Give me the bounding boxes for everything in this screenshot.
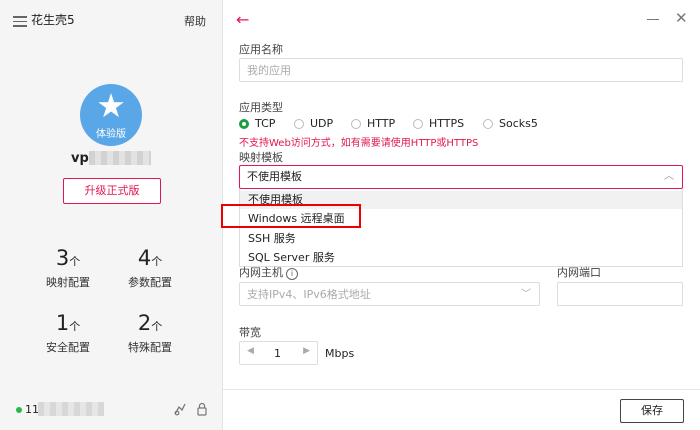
stat-value: 2 <box>137 311 152 335</box>
template-option[interactable]: SSH 服务 <box>248 230 296 246</box>
stat-label: 映射配置 <box>46 276 90 289</box>
stat-mapping[interactable]: 3个 映射配置 <box>28 246 108 290</box>
diagnose-icon[interactable] <box>173 402 187 416</box>
info-icon[interactable]: i <box>286 268 298 280</box>
radio-icon <box>413 119 423 129</box>
radio-checked-icon <box>239 119 249 129</box>
stat-label: 安全配置 <box>46 341 90 354</box>
back-arrow-icon[interactable]: ← <box>236 10 249 29</box>
upgrade-button[interactable]: 升级正式版 <box>63 178 161 204</box>
radio-icon <box>483 119 493 129</box>
radio-icon <box>351 119 361 129</box>
stat-unit: 个 <box>69 320 81 333</box>
template-option[interactable]: SQL Server 服务 <box>248 249 335 265</box>
chevron-down-icon: ﹀ <box>521 289 531 300</box>
minimize-icon[interactable] <box>647 19 659 20</box>
inner-host-label-text: 内网主机 <box>239 266 283 279</box>
star-icon: ★ <box>96 86 126 125</box>
username: vp <box>71 151 89 166</box>
online-status-icon <box>16 407 22 413</box>
stat-label: 参数配置 <box>128 276 172 289</box>
radio-https[interactable]: HTTPS <box>413 117 464 130</box>
template-dropdown: 不使用模板 Windows 远程桌面 SSH 服务 SQL Server 服务 <box>239 189 683 267</box>
bandwidth-value: 1 <box>274 347 281 360</box>
radio-label: HTTP <box>367 117 396 130</box>
radio-label: HTTPS <box>429 117 465 130</box>
close-icon[interactable]: ✕ <box>675 9 688 27</box>
stat-value: 3 <box>55 246 70 270</box>
footer-divider <box>223 389 700 390</box>
stat-unit: 个 <box>69 255 81 268</box>
app-type-label: 应用类型 <box>239 101 283 114</box>
stat-unit: 个 <box>151 320 163 333</box>
ip-redacted <box>38 402 104 416</box>
inner-host-placeholder: 支持IPv4、IPv6格式地址 <box>247 288 371 301</box>
inner-port-label: 内网端口 <box>557 266 601 279</box>
stat-unit: 个 <box>151 255 163 268</box>
stat-params[interactable]: 4个 参数配置 <box>110 246 190 290</box>
inner-host-input[interactable]: 支持IPv4、IPv6格式地址 ﹀ <box>239 282 540 306</box>
template-selected-value: 不使用模板 <box>247 170 302 183</box>
trial-badge: 体验版 <box>96 129 126 140</box>
stat-special[interactable]: 2个 特殊配置 <box>110 311 190 355</box>
menu-icon[interactable] <box>13 13 27 27</box>
lock-icon[interactable] <box>195 402 209 416</box>
app-name-input[interactable]: 我的应用 <box>239 58 683 82</box>
username-redacted <box>89 151 151 165</box>
inner-host-label: 内网主机 i <box>239 264 298 280</box>
radio-label: TCP <box>255 117 276 130</box>
template-label: 映射模板 <box>239 151 283 164</box>
radio-icon <box>294 119 304 129</box>
bandwidth-unit: Mbps <box>325 347 355 360</box>
bandwidth-stepper[interactable]: ◀ 1 ▶ <box>239 341 318 365</box>
template-select[interactable]: 不使用模板 ︿ <box>239 165 683 189</box>
app-name: 花生壳5 <box>31 13 75 27</box>
radio-tcp[interactable]: TCP <box>239 117 275 130</box>
app-name-label: 应用名称 <box>239 43 283 56</box>
radio-http[interactable]: HTTP <box>351 117 395 130</box>
warning-text: 不支持Web访问方式，如有需要请使用HTTP或HTTPS <box>239 138 479 149</box>
stat-security[interactable]: 1个 安全配置 <box>28 311 108 355</box>
stat-label: 特殊配置 <box>128 341 172 354</box>
help-link[interactable]: 帮助 <box>184 13 206 29</box>
radio-label: Socks5 <box>499 117 538 130</box>
radio-udp[interactable]: UDP <box>294 117 333 130</box>
stat-value: 1 <box>55 311 70 335</box>
stat-value: 4 <box>137 246 152 270</box>
inner-port-input[interactable] <box>557 282 683 306</box>
increment-icon[interactable]: ▶ <box>303 346 310 356</box>
decrement-icon[interactable]: ◀ <box>247 346 254 356</box>
chevron-up-icon: ︿ <box>664 171 674 182</box>
radio-label: UDP <box>310 117 334 130</box>
highlight-annotation <box>221 204 361 228</box>
bandwidth-label: 带宽 <box>239 326 261 339</box>
avatar: ★ 体验版 <box>80 84 142 146</box>
sidebar: 花生壳5 帮助 ★ 体验版 vp 升级正式版 3个 映射配置 4个 参数配置 1… <box>0 0 223 430</box>
status-ip: 11 <box>25 403 39 416</box>
radio-socks5[interactable]: Socks5 <box>483 117 538 130</box>
save-button[interactable]: 保存 <box>620 399 684 423</box>
